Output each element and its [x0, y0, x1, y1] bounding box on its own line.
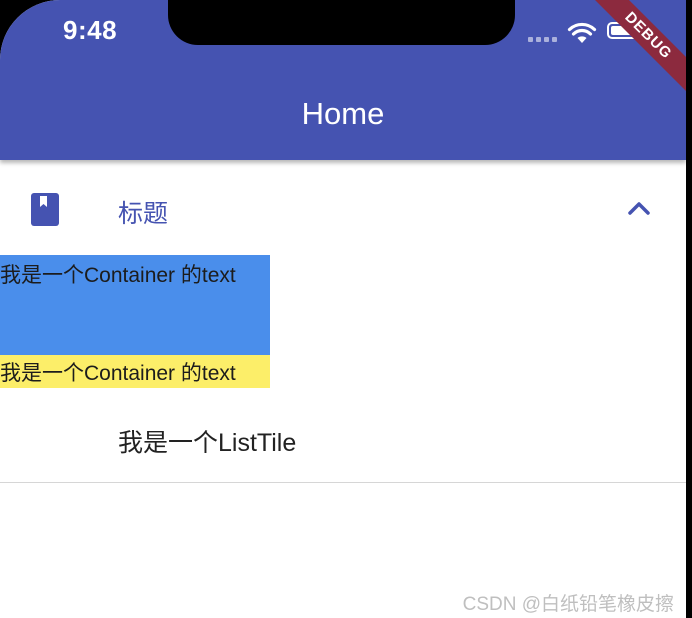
book-icon	[31, 193, 59, 226]
container-text: 我是一个Container 的text	[0, 362, 236, 385]
watermark: CSDN @白纸铅笔橡皮擦	[462, 594, 674, 615]
chevron-up-icon[interactable]	[627, 199, 651, 217]
phone-screen: 9:48 Home DEBUG 标题 我是一个Container 的text 我…	[0, 0, 686, 618]
yellow-container: 我是一个Container 的text	[0, 355, 270, 388]
expansion-tile-title: 标题	[118, 200, 169, 228]
device-notch	[168, 0, 515, 45]
status-time: 9:48	[63, 15, 118, 45]
expansion-tile-header[interactable]: 标题	[0, 161, 686, 255]
container-text: 我是一个Container 的text	[0, 264, 236, 287]
blue-container: 我是一个Container 的text	[0, 255, 270, 355]
app-bar: 9:48 Home	[0, 0, 686, 160]
list-tile[interactable]: 我是一个ListTile	[0, 388, 686, 482]
wifi-icon	[567, 22, 597, 43]
divider	[0, 482, 686, 483]
list-tile-title: 我是一个ListTile	[118, 429, 297, 457]
page-title: Home	[301, 96, 385, 131]
signal-dots-icon	[528, 37, 557, 42]
